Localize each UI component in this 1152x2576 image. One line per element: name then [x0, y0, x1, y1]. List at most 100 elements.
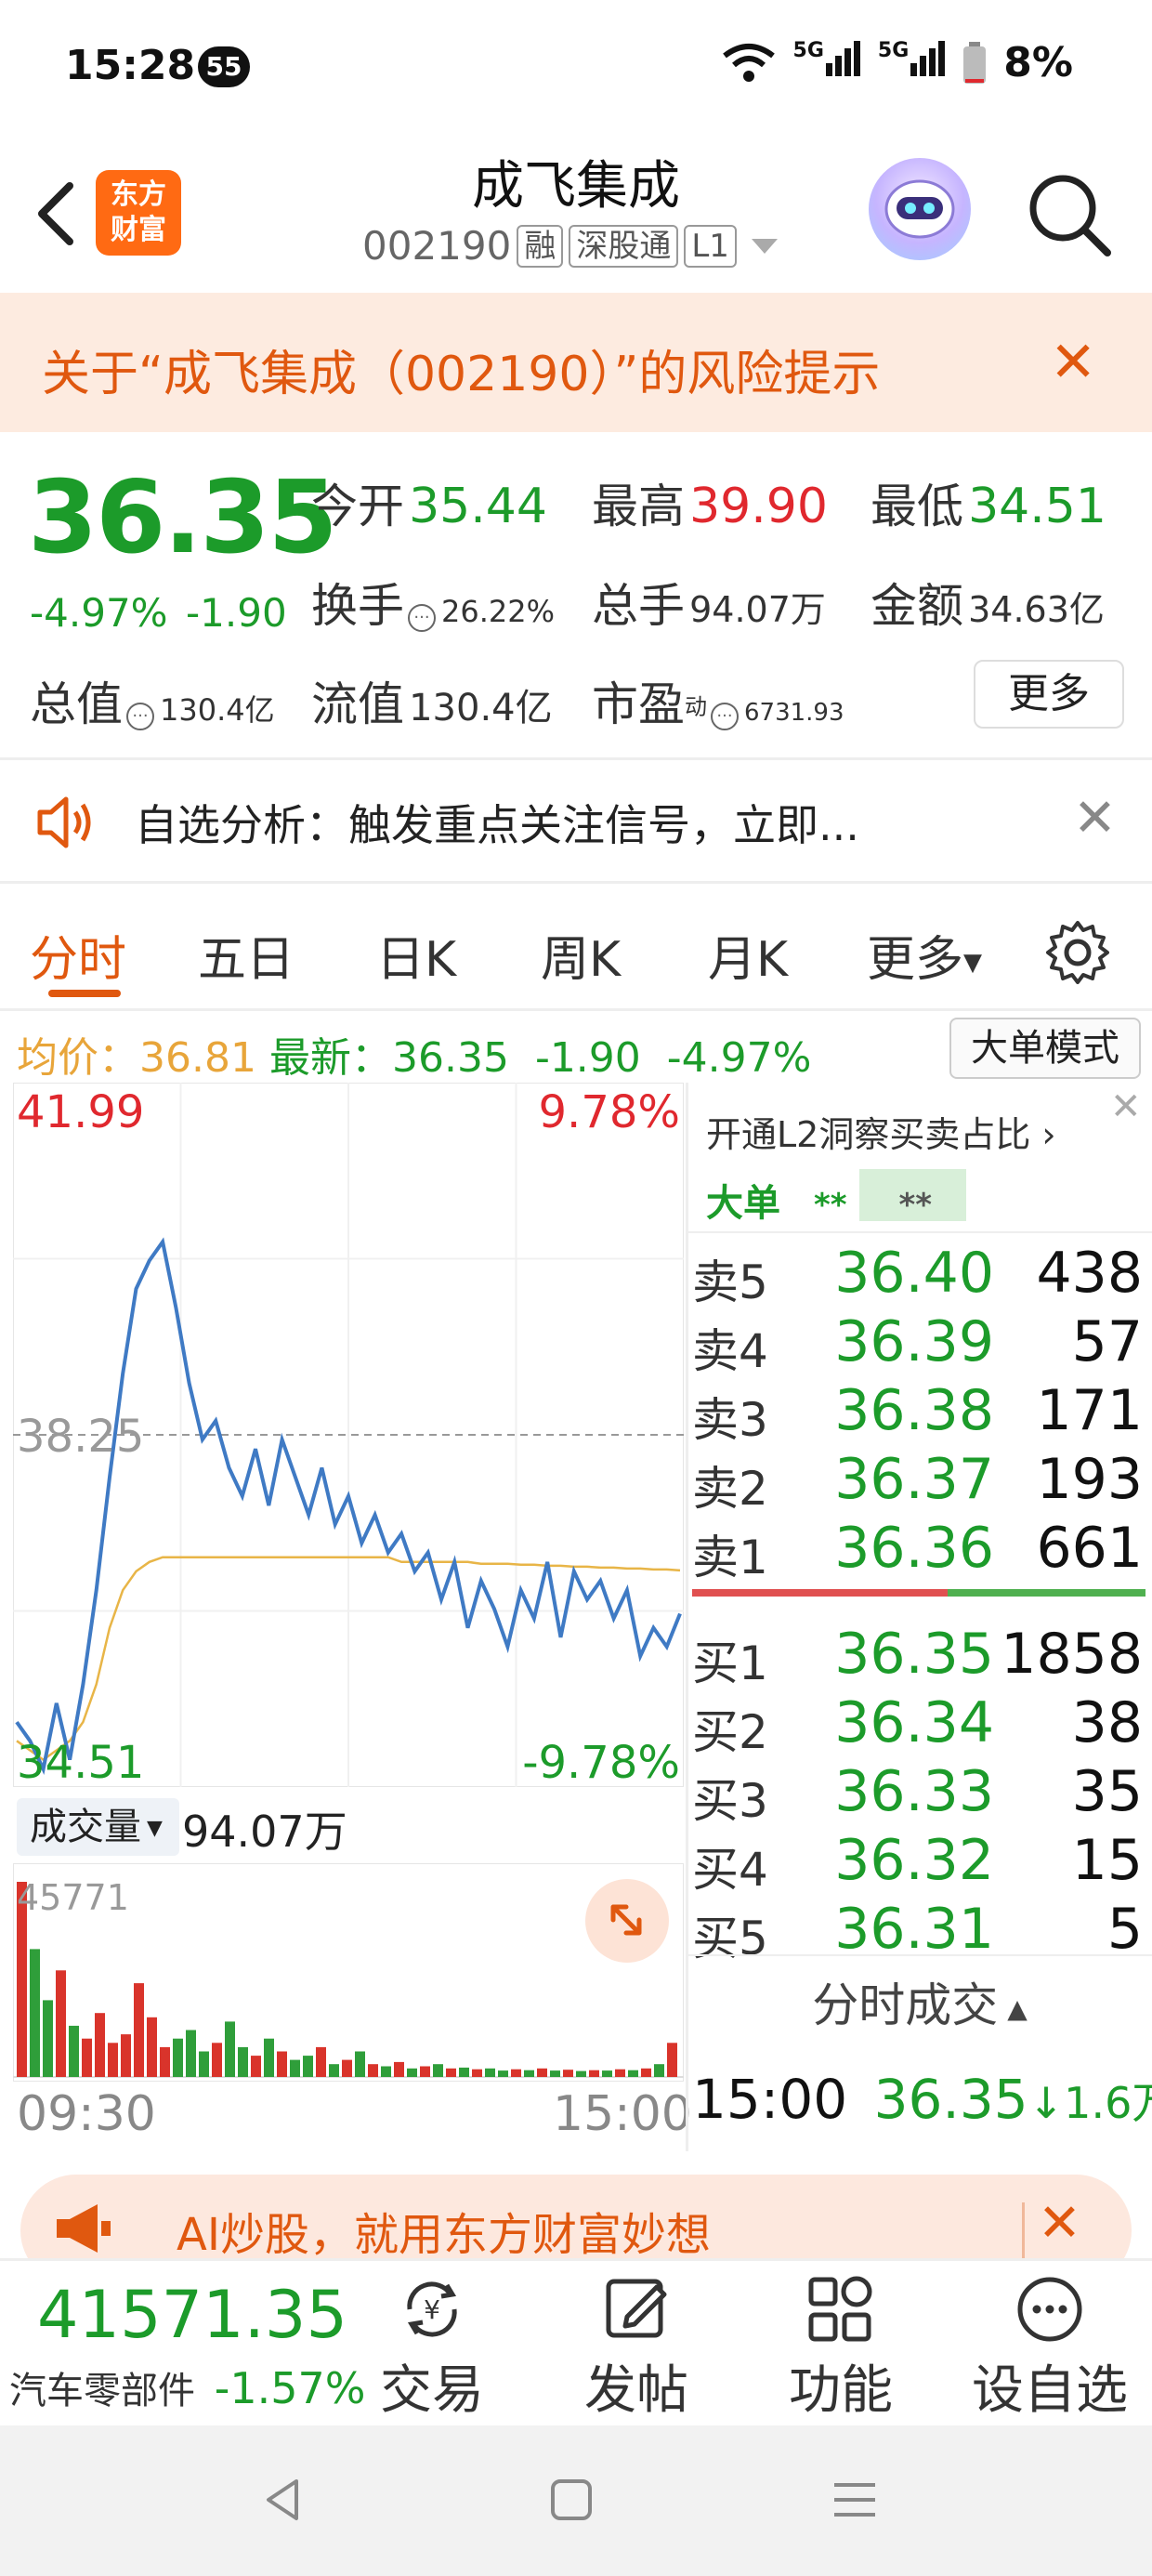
system-menu-icon[interactable]: [827, 2472, 883, 2528]
tab-daily-k[interactable]: 日K: [376, 920, 456, 990]
active-tab-indicator: [48, 990, 121, 997]
system-home-icon[interactable]: [543, 2472, 599, 2528]
big-order-mode-button[interactable]: 大单模式: [949, 1018, 1141, 1079]
nav-post[interactable]: 发帖: [557, 2272, 715, 2424]
mktcap-value: 130.4亿: [160, 692, 275, 728]
open-value: 35.44: [409, 479, 547, 534]
close-icon[interactable]: ✕: [1110, 1085, 1142, 1128]
tag-connect: 深股通: [569, 224, 679, 268]
volume-bar: [147, 2017, 157, 2077]
battery-icon: [963, 41, 987, 84]
trades-title: 分时成交: [812, 1978, 999, 2032]
divider: [0, 881, 1152, 884]
bid-4-price[interactable]: 36.32: [831, 1828, 994, 1893]
turnover-label: 换手: [311, 579, 404, 633]
high-stat: 最高 39.90: [592, 469, 828, 536]
more-info-icon[interactable]: ···: [408, 603, 436, 632]
volume-bar: [615, 2069, 625, 2077]
ask-4-price[interactable]: 36.39: [831, 1309, 994, 1374]
volume-bar: [433, 2064, 443, 2077]
high-label: 最高: [592, 480, 685, 533]
search-icon[interactable]: [1022, 167, 1115, 260]
intraday-chart[interactable]: 41.99 9.78% 38.25 34.51 -9.78%: [13, 1083, 684, 1787]
volume-bar: [251, 2056, 261, 2077]
nav-add-watchlist[interactable]: 设自选: [971, 2272, 1129, 2424]
buy-ratio-bar: [948, 1589, 1145, 1597]
turnover-stat: 换手 ··· 26.22%: [311, 569, 555, 636]
speaker-icon: [37, 796, 91, 848]
close-icon[interactable]: ✕: [1073, 788, 1117, 848]
low-label: 最低: [871, 480, 963, 533]
sector-index-info[interactable]: 汽车零部件 -1.57%: [9, 2360, 365, 2414]
ask-2-volume: 193: [1036, 1447, 1143, 1512]
ask-5-price[interactable]: 36.40: [831, 1241, 994, 1306]
volume-bar: [277, 2051, 287, 2077]
ask-3-price[interactable]: 36.38: [831, 1378, 994, 1443]
more-button[interactable]: 更多: [974, 660, 1124, 729]
chevron-down-icon[interactable]: [751, 238, 778, 254]
time-axis-end: 15:00: [553, 2086, 692, 2142]
svg-text:¥: ¥: [424, 2294, 440, 2325]
risk-banner-text[interactable]: 关于“成飞集成（002190）”的风险提示: [42, 335, 880, 404]
sector-index-value[interactable]: 41571.35: [37, 2277, 347, 2353]
trades-section-header[interactable]: 分时成交 ▲: [687, 1968, 1152, 2035]
avg-label: 均价：: [17, 1034, 139, 1082]
gear-icon[interactable]: [1041, 915, 1115, 990]
ask-3-label: 卖3: [692, 1393, 768, 1447]
close-icon[interactable]: ✕: [1050, 330, 1096, 395]
volume-stat: 总手 94.07万: [592, 569, 826, 636]
analysis-alert-text[interactable]: 自选分析：触发重点关注信号，立即...: [135, 792, 859, 853]
ask-5-volume: 438: [1036, 1241, 1143, 1306]
more-circle-icon: [1017, 2277, 1082, 2342]
pe-value: 6731.93: [744, 699, 844, 727]
volume-max-label: 45771: [17, 1877, 129, 1918]
system-back-icon[interactable]: [255, 2472, 311, 2528]
tab-monthly-k[interactable]: 月K: [708, 920, 788, 990]
tab-intraday[interactable]: 分时: [30, 920, 126, 990]
ask-3-volume: 171: [1036, 1378, 1143, 1443]
bid-5-label: 买5: [692, 1912, 768, 1965]
low-value: 34.51: [968, 479, 1106, 534]
volume-bar: [654, 2064, 664, 2077]
volume-bar: [420, 2066, 430, 2077]
stock-code: 002190: [362, 223, 512, 269]
close-icon[interactable]: ✕: [1038, 2193, 1081, 2254]
volume-bar: [43, 2000, 53, 2077]
high-value: 39.90: [689, 479, 828, 534]
big-order-value: **: [813, 1187, 847, 1224]
chart-low-price: 34.51: [17, 1737, 144, 1787]
volume-bar: [342, 2059, 352, 2077]
ask-2-price[interactable]: 36.37: [831, 1447, 994, 1512]
bid-3-label: 买3: [692, 1774, 768, 1828]
ad-text[interactable]: AI炒股，就用东方财富妙想: [177, 2198, 711, 2263]
more-info-icon[interactable]: ···: [711, 702, 739, 730]
caret-down-icon: ▼: [963, 949, 983, 977]
ai-assistant-avatar[interactable]: [869, 158, 971, 260]
ask-1-price[interactable]: 36.36: [831, 1516, 994, 1581]
l2-upgrade-link[interactable]: 开通L2洞察买卖占比 ›: [706, 1106, 1056, 1157]
latest-change-percent: -4.97%: [666, 1034, 812, 1082]
status-time: 15:28: [65, 42, 196, 89]
tab-more[interactable]: 更多▼: [867, 920, 982, 990]
bid-2-price[interactable]: 36.34: [831, 1690, 994, 1755]
nav-functions[interactable]: 功能: [762, 2272, 920, 2424]
bid-3-price[interactable]: 36.33: [831, 1759, 994, 1824]
bid-1-price[interactable]: 36.35: [831, 1622, 994, 1687]
volume-indicator-select[interactable]: 成交量 ▼: [17, 1798, 179, 1856]
expand-button[interactable]: [585, 1879, 669, 1963]
tab-five-day[interactable]: 五日: [198, 920, 295, 990]
big-order-row: 大单 ** **: [706, 1173, 932, 1227]
nav-trade[interactable]: ¥ 交易: [353, 2272, 511, 2424]
notification-badge: 55: [198, 46, 250, 87]
more-info-icon[interactable]: ···: [126, 702, 154, 730]
volume-bar: [459, 2067, 469, 2077]
bid-4-label: 买4: [692, 1843, 768, 1897]
bid-5-price[interactable]: 36.31: [831, 1897, 994, 1962]
volume-bar: [485, 2068, 495, 2077]
volume-bar: [394, 2061, 404, 2077]
stock-code-row[interactable]: 002190 融 深股通 L1: [362, 223, 778, 269]
volume-bar: [121, 2034, 131, 2077]
volume-bar: [173, 2038, 183, 2077]
tab-weekly-k[interactable]: 周K: [541, 920, 621, 990]
volume-bar: [472, 2069, 482, 2077]
